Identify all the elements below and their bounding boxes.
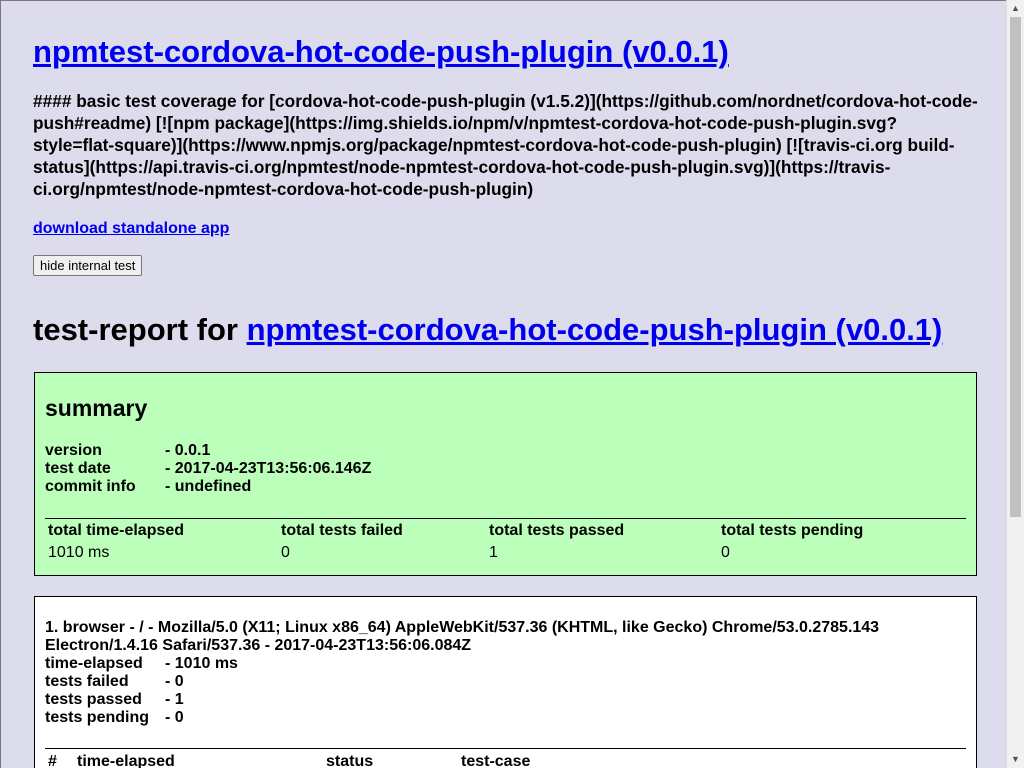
table-cell: 1010 ms — [48, 544, 110, 561]
table-header: status — [326, 753, 374, 768]
summary-key: commit info — [45, 478, 136, 495]
browser-key: tests pending — [45, 709, 150, 726]
summary-panel: summary version - 0.0.1 test date - 2017… — [34, 372, 977, 576]
page: npmtest-cordova-hot-code-push-plugin (v0… — [0, 0, 1006, 768]
vertical-scrollbar[interactable]: ▲ ▼ — [1006, 0, 1024, 768]
summary-key: version — [45, 442, 102, 459]
scroll-down-arrow-icon[interactable]: ▼ — [1007, 751, 1024, 768]
browser-test-panel: 1. browser - / - Mozilla/5.0 (X11; Linux… — [34, 596, 977, 768]
test-case-table: # time-elapsed status test-case — [45, 748, 966, 768]
table-header: # — [48, 753, 57, 768]
browser-value: - 0 — [165, 709, 184, 726]
browser-value: - 1010 ms — [165, 655, 238, 672]
report-title-link[interactable]: npmtest-cordova-hot-code-push-plugin (v0… — [247, 312, 943, 347]
summary-value: - 0.0.1 — [165, 442, 211, 459]
package-title-link[interactable]: npmtest-cordova-hot-code-push-plugin (v0… — [33, 34, 729, 70]
scrollbar-thumb[interactable] — [1010, 17, 1021, 517]
table-header: total tests failed — [281, 522, 403, 539]
table-cell: 0 — [721, 544, 730, 561]
package-description: #### basic test coverage for [cordova-ho… — [33, 91, 978, 199]
scroll-up-arrow-icon[interactable]: ▲ — [1007, 0, 1024, 17]
table-cell: 0 — [281, 544, 290, 561]
report-title-prefix: test-report for — [33, 312, 247, 347]
table-header: total time-elapsed — [48, 522, 185, 539]
browser-value: - 1 — [165, 691, 184, 708]
table-header: time-elapsed — [77, 753, 175, 768]
table-header: total tests pending — [721, 522, 864, 539]
summary-heading: summary — [45, 395, 148, 421]
browser-value: - 0 — [165, 673, 184, 690]
summary-key: test date — [45, 460, 111, 477]
summary-value: - undefined — [165, 478, 252, 495]
browser-key: tests passed — [45, 691, 142, 708]
summary-totals-table: total time-elapsed total tests failed to… — [45, 518, 966, 561]
browser-heading: 1. browser - / - Mozilla/5.0 (X11; Linux… — [45, 619, 880, 654]
summary-value: - 2017-04-23T13:56:06.146Z — [165, 460, 372, 477]
hide-internal-test-button[interactable]: hide internal test — [33, 255, 143, 276]
table-header: total tests passed — [489, 522, 625, 539]
browser-key: time-elapsed — [45, 655, 143, 672]
table-header: test-case — [461, 753, 531, 768]
table-cell: 1 — [489, 544, 498, 561]
browser-key: tests failed — [45, 673, 129, 690]
download-standalone-app-link[interactable]: download standalone app — [33, 220, 229, 238]
report-title: test-report for npmtest-cordova-hot-code… — [33, 312, 942, 348]
